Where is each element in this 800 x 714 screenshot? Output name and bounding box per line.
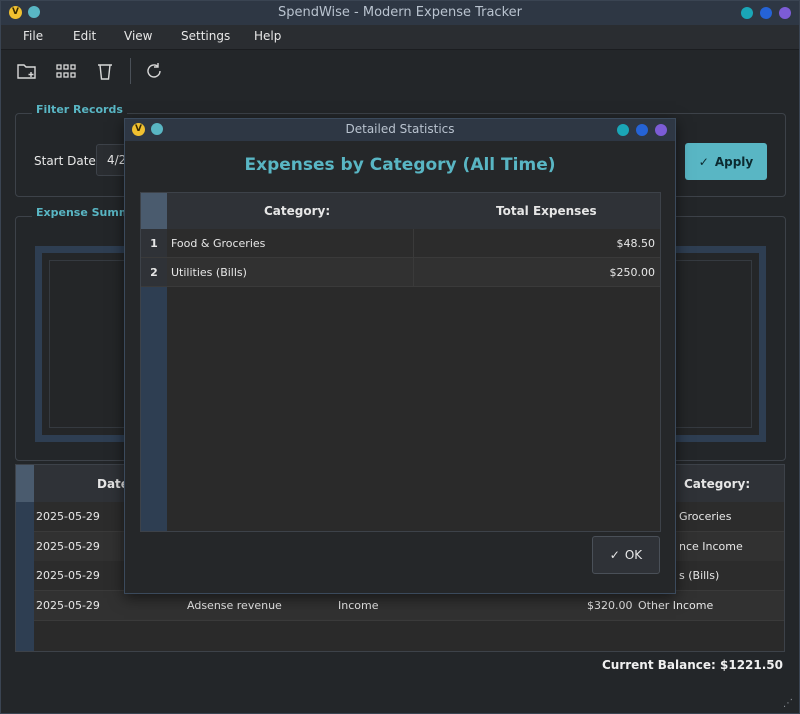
close-button[interactable]	[779, 7, 791, 19]
new-folder-icon[interactable]	[15, 60, 39, 82]
check-icon: ✓	[698, 154, 709, 169]
menu-help[interactable]: Help	[254, 29, 281, 43]
cell-category: nce Income	[679, 540, 743, 553]
trash-icon[interactable]	[93, 60, 117, 82]
maximize-button[interactable]	[760, 7, 772, 19]
cell-date: 2025-05-29	[36, 599, 100, 612]
cell-category: Utilities (Bills)	[171, 266, 247, 279]
cell-category: s (Bills)	[679, 569, 720, 582]
current-balance: Current Balance: $1221.50	[601, 658, 783, 672]
start-date-label: Start Date:	[34, 154, 100, 168]
row-number[interactable]: 1	[141, 229, 167, 258]
column-divider	[413, 258, 414, 287]
dialog-close-button[interactable]	[655, 124, 667, 136]
refresh-icon[interactable]	[142, 60, 166, 82]
title-bar[interactable]: V SpendWise - Modern Expense Tracker	[1, 1, 799, 25]
cell-description: Adsense revenue	[187, 599, 282, 612]
cell-category: Food & Groceries	[171, 237, 266, 250]
ok-button-label: OK	[624, 548, 643, 562]
minimize-button[interactable]	[741, 7, 753, 19]
column-header-total[interactable]: Total Expenses	[496, 204, 597, 218]
toolbar-separator	[130, 58, 131, 84]
cell-category: Other Income	[638, 599, 714, 612]
table-row[interactable]: Utilities (Bills) $250.00	[167, 258, 660, 287]
cell-total: $48.50	[616, 237, 656, 250]
menu-edit[interactable]: Edit	[73, 29, 96, 43]
menu-bar: File Edit View Settings Help	[1, 25, 799, 50]
table-row[interactable]: Food & Groceries $48.50	[167, 229, 660, 258]
stats-table-header: Category: Total Expenses	[141, 193, 660, 230]
cell-date: 2025-05-29	[36, 569, 100, 582]
dialog-title: Detailed Statistics	[345, 122, 455, 136]
cell-date: 2025-05-29	[36, 510, 100, 523]
cell-category: Groceries	[679, 510, 732, 523]
window-title: SpendWise - Modern Expense Tracker	[277, 5, 522, 20]
table-corner[interactable]	[16, 465, 34, 502]
dialog-heading: Expenses by Category (All Time)	[244, 155, 556, 175]
apply-button[interactable]: ✓ Apply	[685, 143, 767, 180]
apply-button-label: Apply	[714, 154, 754, 169]
menu-settings[interactable]: Settings	[181, 29, 230, 43]
filter-group-title: Filter Records	[32, 103, 127, 116]
column-divider	[413, 229, 414, 258]
dialog-title-bar[interactable]: V Detailed Statistics	[125, 119, 675, 141]
dialog-minimize-button[interactable]	[617, 124, 629, 136]
category-stats-table[interactable]: Category: Total Expenses 1 Food & Grocer…	[140, 192, 661, 532]
statistics-dialog: V Detailed Statistics Expenses by Catego…	[124, 118, 676, 594]
cell-type: Income	[338, 599, 379, 612]
stats-table-corner[interactable]	[141, 193, 167, 229]
row-number[interactable]: 2	[141, 258, 167, 287]
ok-button[interactable]: ✓ OK	[592, 536, 660, 574]
column-header-category[interactable]: Category:	[264, 204, 330, 218]
column-header-category[interactable]: Category:	[684, 477, 750, 491]
toolbar	[1, 50, 799, 92]
dialog-maximize-button[interactable]	[636, 124, 648, 136]
resize-grip-icon[interactable]: ⋰	[783, 698, 793, 709]
cell-date: 2025-05-29	[36, 540, 100, 553]
menu-view[interactable]: View	[124, 29, 152, 43]
cell-amount: $320.00	[587, 599, 633, 612]
cell-total: $250.00	[609, 266, 656, 279]
grid-icon[interactable]	[54, 60, 78, 82]
table-row[interactable]: 2025-05-29 Adsense revenue Income $320.0…	[34, 591, 784, 621]
row-header-strip	[16, 502, 34, 651]
menu-file[interactable]: File	[23, 29, 43, 43]
check-icon: ✓	[609, 548, 620, 562]
